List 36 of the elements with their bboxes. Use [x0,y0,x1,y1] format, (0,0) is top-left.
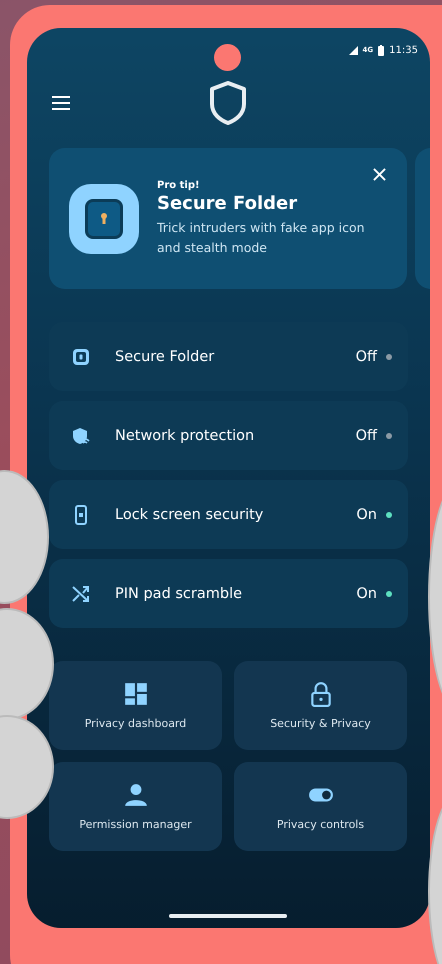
shortcut-tile[interactable]: Permission manager [49,762,222,851]
menu-icon[interactable] [52,96,70,110]
tip-eyebrow: Pro tip! [157,180,201,190]
feature-label: Lock screen security [115,506,264,522]
feature-status: Off [356,428,377,444]
signal-icon [348,46,358,54]
tip-title: Secure Folder [157,192,298,214]
feature-label: PIN pad scramble [115,586,244,602]
camera-dot [214,44,241,71]
feature-row[interactable]: Lock screen security On [49,480,408,549]
shield-icon [208,80,248,126]
close-icon[interactable] [373,168,386,181]
shortcut-tile[interactable]: Privacy dashboard [49,661,222,750]
shortcut-tile[interactable]: Privacy controls [234,762,407,851]
person-icon [122,782,148,808]
tip-description: Trick intruders with fake app icon and stealth mode [157,218,366,256]
feature-label: Network protection [115,428,256,444]
shortcut-label: Security & Privacy [270,717,371,730]
feature-status: On [356,586,377,602]
battery-icon [378,44,384,56]
folder-lock-icon [71,346,91,366]
shortcut-tile[interactable]: Security & Privacy [234,661,407,750]
feature-row[interactable]: PIN pad scramble On [49,559,408,628]
shortcut-label: Permission manager [79,818,192,831]
shortcut-label: Privacy dashboard [84,717,186,730]
feature-status: On [356,506,377,522]
shield-wifi-icon [71,426,91,446]
feature-row[interactable]: Network protection Off [49,401,408,470]
feature-label: Secure Folder [115,348,216,364]
clock-time: 11:35 [389,44,418,56]
dashboard-icon [122,681,148,707]
feature-status: Off [356,348,377,364]
secure-folder-app-icon [69,184,139,254]
tip-card[interactable]: Pro tip! Secure Folder Trick intruders with fake app icon and stealth mode [49,148,407,289]
shortcut-label: Privacy controls [276,818,364,831]
shuffle-icon [71,584,91,604]
